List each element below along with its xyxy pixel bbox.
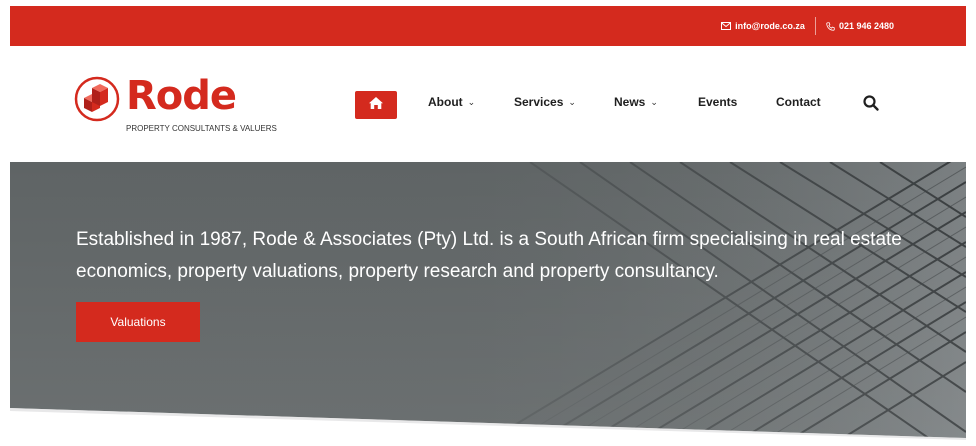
phone-text: 021 946 2480 xyxy=(838,21,894,31)
home-button[interactable] xyxy=(355,91,397,119)
nav-item-label: News xyxy=(614,95,646,109)
nav-item-news[interactable]: News ⌄ xyxy=(614,95,658,109)
email-text: info@rode.co.za xyxy=(735,21,805,31)
hero-banner: Established in 1987, Rode & Associates (… xyxy=(10,162,966,446)
page: info@rode.co.za 021 946 2480 Rode PROPER… xyxy=(10,6,966,446)
nav-item-label: Contact xyxy=(776,95,821,109)
contact-links: info@rode.co.za 021 946 2480 xyxy=(721,6,894,46)
hero-intro-text: Established in 1987, Rode & Associates (… xyxy=(76,229,902,282)
phone-icon xyxy=(826,21,835,31)
phone-link[interactable]: 021 946 2480 xyxy=(826,21,894,31)
nav-item-about[interactable]: About ⌄ xyxy=(428,95,475,109)
main-nav: About ⌄ Services ⌄ News ⌄ Events Contact xyxy=(10,46,966,162)
nav-item-label: Events xyxy=(698,95,738,109)
chevron-down-icon: ⌄ xyxy=(650,97,658,107)
envelope-icon xyxy=(721,22,732,30)
search-icon xyxy=(862,95,880,116)
chevron-down-icon: ⌄ xyxy=(568,97,576,107)
email-link[interactable]: info@rode.co.za xyxy=(721,21,805,31)
nav-item-events[interactable]: Events xyxy=(698,95,737,109)
nav-item-label: Services xyxy=(514,95,564,109)
nav-item-services[interactable]: Services ⌄ xyxy=(514,95,576,109)
search-button[interactable] xyxy=(862,94,880,112)
divider xyxy=(814,17,816,35)
chevron-down-icon: ⌄ xyxy=(467,97,476,107)
top-contact-bar: info@rode.co.za 021 946 2480 xyxy=(10,6,966,46)
site-header: Rode PROPERTY CONSULTANTS & VALUERS Abou… xyxy=(10,46,966,162)
nav-item-label: About xyxy=(428,95,463,109)
valuations-button[interactable]: Valuations xyxy=(76,302,200,342)
home-icon xyxy=(368,96,384,115)
nav-item-contact[interactable]: Contact xyxy=(776,95,821,109)
